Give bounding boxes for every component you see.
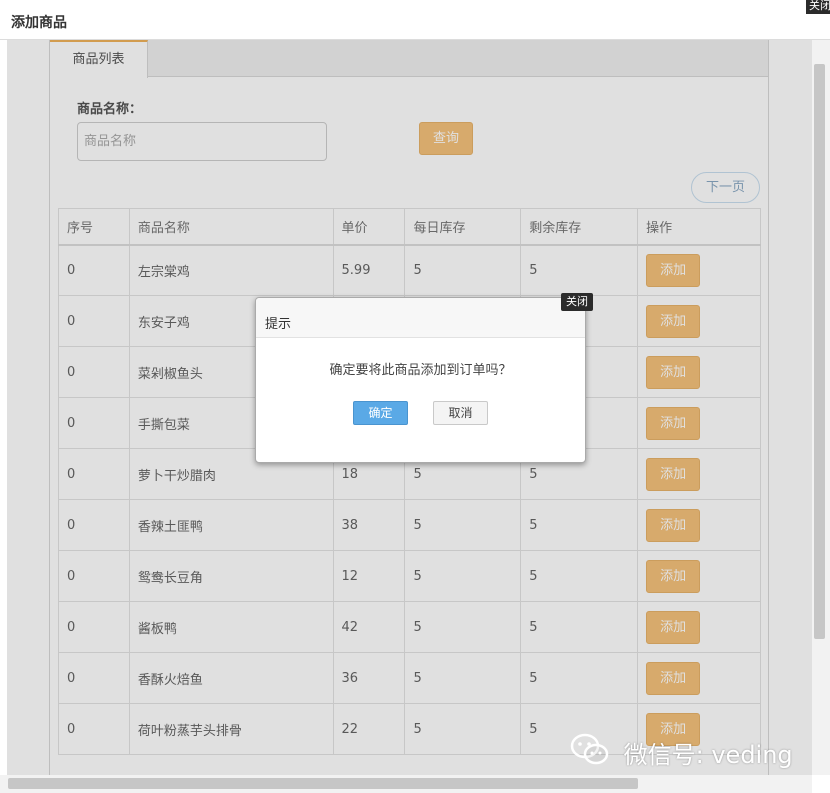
modal-message: 确定要将此商品添加到订单吗？: [329, 363, 512, 378]
dialog-close-button[interactable]: 关闭: [806, 0, 830, 14]
add-product-dialog: 添加商品 关闭 商品列表 商品名称： 查询 下一页 序号 商品名称 单价 每日库…: [0, 0, 830, 793]
vertical-scrollbar[interactable]: [812, 40, 830, 775]
modal-title: 提示: [265, 317, 292, 332]
modal-header: 提示: [256, 298, 585, 338]
wechat-icon: [570, 733, 610, 777]
modal-close-button[interactable]: 关闭: [561, 293, 593, 311]
dialog-title: 添加商品: [11, 15, 67, 31]
confirm-modal: 提示 关闭 确定要将此商品添加到订单吗？ 确定 取消: [255, 293, 593, 463]
vertical-scroll-thumb[interactable]: [814, 64, 825, 639]
watermark-text: 微信号: veding: [623, 741, 793, 769]
horizontal-scrollbar[interactable]: [0, 775, 812, 793]
dialog-title-bar: 添加商品 关闭: [0, 0, 830, 40]
horizontal-scroll-thumb[interactable]: [8, 778, 638, 789]
cancel-button[interactable]: 取消: [433, 401, 488, 425]
watermark: 微信号: veding: [570, 733, 793, 769]
confirm-button[interactable]: 确定: [353, 401, 408, 425]
